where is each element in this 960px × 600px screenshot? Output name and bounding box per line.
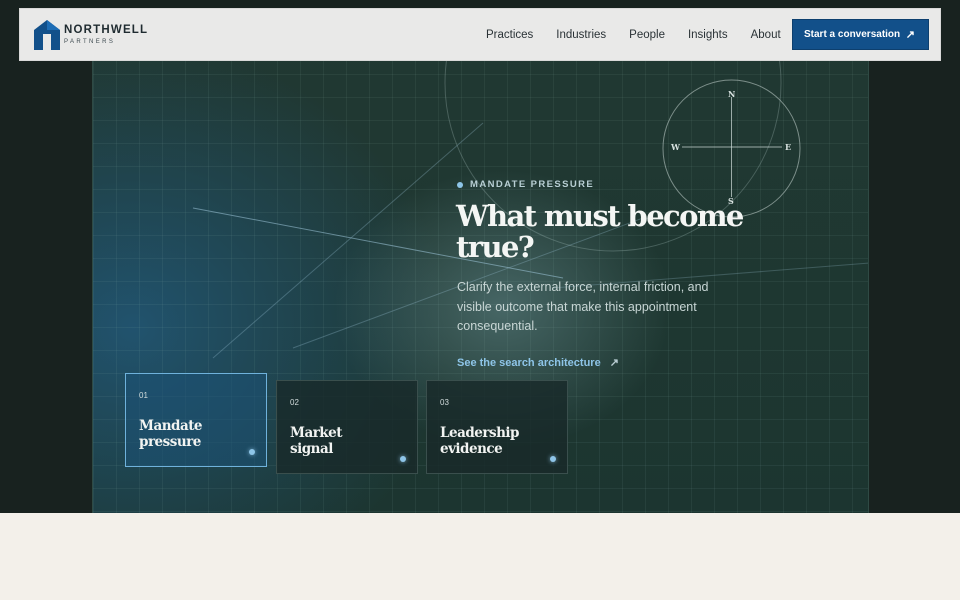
compass-west-label: W [671,142,680,152]
nav-item-practices[interactable]: Practices [486,29,533,41]
card-title-line-2: signal [290,441,333,457]
card-number: 02 [290,398,299,407]
arrow-up-right-icon: ↗ [609,357,619,369]
headline-line-2: true? [456,230,535,264]
search-architecture-label: See the search architecture [457,356,601,369]
brand-logo[interactable]: NORTHWELL PARTNERS [34,20,148,50]
card-title: Mandate pressure [139,418,249,450]
hero-headline: What must become true? [456,201,756,263]
card-title-line-1: Mandate [139,418,203,434]
card-number: 01 [139,391,148,400]
northwell-logo-icon [34,20,60,50]
start-conversation-button[interactable]: Start a conversation ↗ [792,19,929,50]
card-title: Leadership evidence [440,425,550,457]
eyebrow-label: MANDATE PRESSURE [470,179,595,190]
card-title-line-1: Market [290,425,342,441]
compass-north-label: N [728,89,736,99]
site-header: NORTHWELL PARTNERS Practices Industries … [19,8,941,61]
card-mandate-pressure[interactable]: 01 Mandate pressure [125,373,267,467]
arrow-up-right-icon: ↗ [905,29,915,41]
card-title-line-2: pressure [139,434,201,450]
card-leadership-evidence[interactable]: 03 Leadership evidence [426,380,568,474]
start-conversation-label: Start a conversation [804,29,901,40]
brand-name: NORTHWELL [64,24,149,37]
card-title-line-1: Leadership [440,425,519,441]
compass-east-label: E [785,142,792,152]
search-architecture-link[interactable]: See the search architecture ↗ [457,356,619,370]
card-dot-icon [550,456,556,462]
compass-rose: N S E W [662,79,801,218]
nav-item-insights[interactable]: Insights [688,29,728,41]
hero-eyebrow: MANDATE PRESSURE [457,179,594,190]
card-dot-icon [249,449,255,455]
headline-line-1: What must become [456,199,744,233]
hero-body-text: Clarify the external force, internal fri… [457,280,709,333]
card-dot-icon [400,456,406,462]
nav-item-about[interactable]: About [751,29,781,41]
card-number: 03 [440,398,449,407]
eyebrow-dot-icon [457,181,463,188]
brand-subtitle: PARTNERS [64,38,116,45]
main-nav: Practices Industries People Insights Abo… [486,9,804,60]
card-market-signal[interactable]: 02 Market signal [276,380,418,474]
nav-item-people[interactable]: People [629,29,665,41]
card-title: Market signal [290,425,400,457]
nav-item-industries[interactable]: Industries [556,29,606,41]
card-title-line-2: evidence [440,441,503,457]
